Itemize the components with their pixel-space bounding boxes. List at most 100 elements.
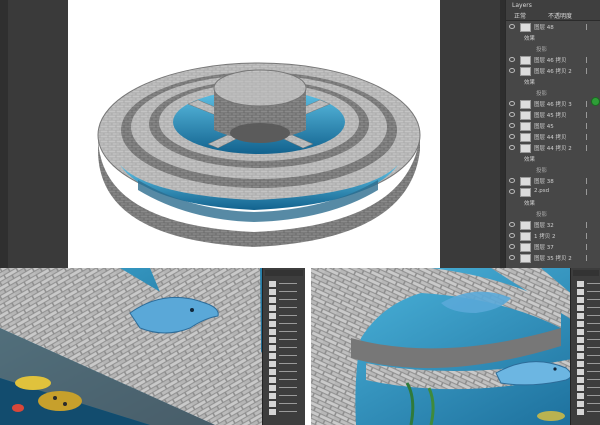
layer-row[interactable]: 效果 [506,198,594,209]
mini-layer-row[interactable] [265,304,303,312]
visibility-eye-icon[interactable] [509,222,515,227]
layer-thumbnail [520,188,531,197]
mini-layer-label-line [587,315,600,316]
mini-layer-row[interactable] [573,352,600,360]
mini-layer-row[interactable] [573,368,600,376]
mini-layer-row[interactable] [573,400,600,408]
document-canvas[interactable] [68,0,440,268]
visibility-eye-icon[interactable] [509,101,515,106]
fx-indicator-icon[interactable] [586,134,592,140]
layer-row[interactable]: 图层 44 拷贝 2 [506,143,594,154]
mini-layer-row[interactable] [265,336,303,344]
layer-row[interactable]: 效果 [506,33,594,44]
layer-row[interactable]: 投影 [506,88,594,99]
layer-row[interactable]: 图层 38 [506,176,594,187]
layers-tab[interactable]: Layers [512,2,532,9]
layer-row[interactable]: 投影 [506,209,594,220]
visibility-eye-icon[interactable] [509,145,515,150]
mini-layer-thumbnail [577,409,584,415]
visibility-eye-icon[interactable] [509,123,515,128]
layer-row[interactable]: 图层 35 拷贝 2 [506,253,594,264]
visibility-eye-icon[interactable] [509,233,515,238]
mini-layer-row[interactable] [573,288,600,296]
mini-layer-row[interactable] [265,296,303,304]
mini-layer-row[interactable] [265,384,303,392]
mini-layer-row[interactable] [265,344,303,352]
mini-layer-row[interactable] [265,352,303,360]
layer-row[interactable]: 投影 [506,44,594,55]
mini-layer-row[interactable] [265,288,303,296]
layer-row[interactable]: 图层 46 拷贝 2 [506,66,594,77]
layer-row[interactable]: 图层 46 拷贝 3 [506,99,594,110]
mini-layer-row[interactable] [265,408,303,416]
fx-indicator-icon[interactable] [586,233,592,239]
mini-layer-row[interactable] [265,320,303,328]
layer-name: 1 拷贝 2 [534,234,556,240]
layer-row[interactable]: 图层 45 拷贝 [506,110,594,121]
fx-indicator-icon[interactable] [586,145,592,151]
mini-layer-row[interactable] [265,392,303,400]
mini-layer-row[interactable] [265,368,303,376]
layers-panel-mini-right[interactable] [570,268,600,425]
fx-indicator-icon[interactable] [586,123,592,129]
layer-row[interactable]: 图层 37 [506,242,594,253]
mini-layer-row[interactable] [573,280,600,288]
mini-layer-row[interactable] [573,296,600,304]
layer-row[interactable]: 图层 44 拷贝 [506,132,594,143]
mini-layer-row[interactable] [265,328,303,336]
mini-layer-row[interactable] [265,280,303,288]
fx-indicator-icon[interactable] [586,68,592,74]
layer-row[interactable]: 2.psd [506,187,594,198]
mini-panel-tabs[interactable] [265,270,303,276]
mini-layer-row[interactable] [573,304,600,312]
fx-indicator-icon[interactable] [586,222,592,228]
layer-row[interactable]: 图层 32 [506,220,594,231]
layer-name: 图层 38 [534,179,554,185]
mini-layer-row[interactable] [265,376,303,384]
fx-indicator-icon[interactable] [586,24,592,30]
layer-name: 投影 [536,91,548,97]
opacity-field[interactable]: 不透明度 [548,11,572,20]
layer-row[interactable]: 效果 [506,77,594,88]
mini-layer-row[interactable] [573,384,600,392]
visibility-eye-icon[interactable] [509,112,515,117]
mini-layer-row[interactable] [265,400,303,408]
visibility-eye-icon[interactable] [509,178,515,183]
layer-row[interactable]: 图层 48 [506,22,594,33]
visibility-eye-icon[interactable] [509,134,515,139]
visibility-eye-icon[interactable] [509,244,515,249]
fx-indicator-icon[interactable] [586,57,592,63]
mini-layer-row[interactable] [573,376,600,384]
mini-layer-row[interactable] [573,392,600,400]
fx-indicator-icon[interactable] [586,255,592,261]
mini-layer-row[interactable] [573,336,600,344]
blend-mode-select[interactable]: 正常 [514,11,526,20]
mini-layer-row[interactable] [573,360,600,368]
toolbar-strip[interactable] [0,0,8,268]
mini-layer-row[interactable] [573,344,600,352]
fx-indicator-icon[interactable] [586,112,592,118]
mini-layer-row[interactable] [573,320,600,328]
mini-panel-tabs-right[interactable] [573,270,599,276]
layer-row[interactable]: 1 拷贝 2 [506,231,594,242]
visibility-eye-icon[interactable] [509,57,515,62]
visibility-eye-icon[interactable] [509,24,515,29]
layers-panel[interactable]: Layers 正常 不透明度 图层 48 效果 投影 图层 46 拷贝 图层 46 拷贝… [505,0,600,268]
layer-row[interactable]: 效果 [506,154,594,165]
fx-indicator-icon[interactable] [586,178,592,184]
fx-indicator-icon[interactable] [586,189,592,195]
visibility-eye-icon[interactable] [509,255,515,260]
mini-layer-row[interactable] [573,328,600,336]
mini-layer-row[interactable] [573,408,600,416]
visibility-eye-icon[interactable] [509,68,515,73]
mini-layer-row[interactable] [265,360,303,368]
layer-row[interactable]: 图层 45 [506,121,594,132]
mini-layer-row[interactable] [573,312,600,320]
layers-panel-mini-left[interactable] [262,268,305,425]
visibility-eye-icon[interactable] [509,189,515,194]
layer-row[interactable]: 投影 [506,165,594,176]
mini-layer-row[interactable] [265,312,303,320]
layer-row[interactable]: 图层 46 拷贝 [506,55,594,66]
mini-layer-thumbnail [577,337,584,343]
fx-indicator-icon[interactable] [586,244,592,250]
